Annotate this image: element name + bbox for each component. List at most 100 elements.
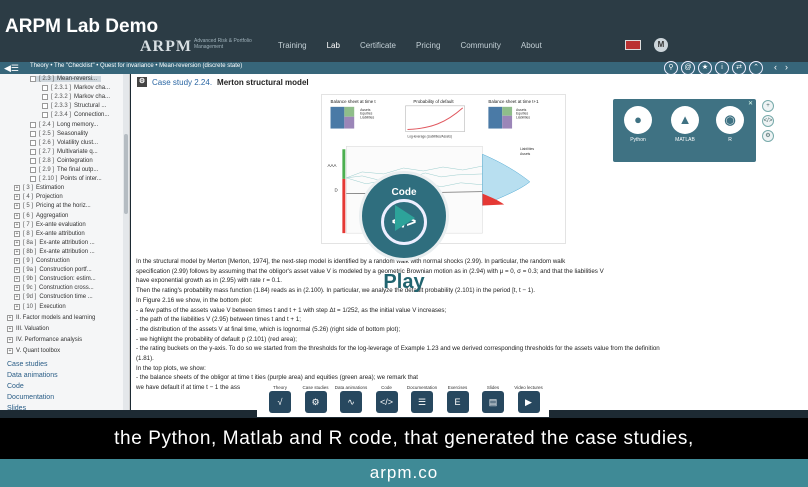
sidebar-link[interactable]: Documentation (7, 394, 54, 401)
expand-toggle-icon[interactable]: + (14, 203, 20, 210)
expand-toggle-icon[interactable] (30, 148, 36, 155)
expand-toggle-icon[interactable] (42, 103, 48, 110)
toolbar-item[interactable]: Video lectures ▶ (512, 385, 546, 413)
sidebar-item[interactable]: [ 2.9 ] The final outp... (30, 167, 98, 173)
sidebar-item[interactable]: [ 2.6 ] Volatility clust... (30, 139, 98, 146)
expand-toggle-icon[interactable] (30, 121, 36, 128)
toolbar-item[interactable]: Case studies ⚙ (299, 385, 333, 413)
expand-toggle-icon[interactable]: + (7, 347, 13, 354)
sidebar-item[interactable]: [ 2.3.4 ] Connection... (42, 112, 109, 119)
sidebar-item[interactable]: +[ 10 ] Execution (14, 303, 66, 310)
sidebar-item[interactable]: +[ 9d ] Construction time ... (14, 294, 93, 301)
sidebar-link[interactable]: Data animations (7, 372, 58, 379)
sidebar-item[interactable]: +[ 9a ] Construction portf... (14, 267, 92, 274)
expand-toggle-icon[interactable] (42, 94, 48, 101)
sidebar-item[interactable]: [ 2.4 ] Long memory... (30, 121, 98, 128)
nav-pricing[interactable]: Pricing (406, 41, 450, 50)
sidebar-link[interactable]: Case studies (7, 361, 47, 368)
sidebar-item[interactable]: +[ 7 ] Ex-ante evaluation (14, 221, 86, 228)
play-label[interactable]: Play (359, 271, 449, 294)
expand-toggle-icon[interactable] (30, 76, 36, 82)
play-code-overlay[interactable]: Code </> (359, 171, 449, 261)
expand-toggle-icon[interactable] (30, 139, 36, 146)
expand-toggle-icon[interactable]: + (14, 221, 20, 228)
nav-training[interactable]: Training (268, 41, 317, 50)
expand-toggle-icon[interactable]: + (14, 294, 20, 301)
sidebar-item[interactable]: [ 2.3 ] Mean-reversi... (30, 76, 102, 82)
expand-toggle-icon[interactable] (30, 157, 36, 164)
nav-lab[interactable]: Lab (317, 41, 350, 50)
expand-toggle-icon[interactable]: + (14, 194, 20, 201)
menu-back-icon[interactable]: ◀☰ (4, 64, 20, 73)
nav-about[interactable]: About (511, 41, 552, 50)
expand-toggle-icon[interactable]: + (14, 212, 20, 219)
share-icon[interactable]: ⇄ (732, 61, 746, 75)
search-icon[interactable]: ⚲ (664, 61, 678, 75)
r-button[interactable]: ◉ R (715, 106, 745, 143)
sidebar-item[interactable]: +[ 8b ] Ex-ante attribution ... (14, 248, 95, 255)
zoom-icon[interactable]: + (762, 100, 774, 112)
expand-toggle-icon[interactable]: + (14, 276, 20, 283)
expand-toggle-icon[interactable] (30, 176, 36, 183)
sidebar-item[interactable]: [ 2.5 ] Seasonality (30, 130, 88, 137)
sidebar-item[interactable]: +[ 3 ] Estimation (14, 185, 64, 192)
expand-toggle-icon[interactable]: + (7, 336, 13, 343)
collapse-icon[interactable]: ⌃ (749, 61, 763, 75)
nav-certificate[interactable]: Certificate (350, 41, 406, 50)
footer-url[interactable]: arpm.co (0, 459, 808, 487)
sidebar-item[interactable]: +[ 6 ] Aggregation (14, 212, 68, 219)
sidebar-item[interactable]: +[ 8 ] Ex-ante attribution (14, 230, 85, 237)
expand-toggle-icon[interactable]: + (14, 248, 20, 255)
settings-mini-icon[interactable]: ⚙ (762, 130, 774, 142)
expand-toggle-icon[interactable]: + (14, 239, 20, 246)
sidebar-section[interactable]: + II. Factor models and learning (7, 314, 95, 321)
expand-toggle-icon[interactable] (42, 112, 48, 119)
sidebar-item[interactable]: [ 2.3.2 ] Markov cha... (42, 94, 110, 101)
toolbar-item[interactable]: Documentation ☰ (405, 385, 439, 413)
python-button[interactable]: ● Python (623, 106, 653, 143)
nav-community[interactable]: Community (450, 41, 510, 50)
sidebar-link[interactable]: Code (7, 383, 24, 390)
flag-icon[interactable] (625, 40, 641, 50)
scroll-thumb[interactable] (124, 134, 128, 214)
sidebar-scrollbar[interactable] (123, 74, 129, 410)
sidebar-link[interactable]: Slides (7, 405, 26, 410)
star-icon[interactable]: ★ (698, 61, 712, 75)
close-icon[interactable]: ✕ (748, 100, 753, 107)
code-mini-icon[interactable]: </> (762, 115, 774, 127)
sidebar-item[interactable]: [ 2.3.1 ] Markov cha... (42, 85, 110, 92)
expand-toggle-icon[interactable] (30, 130, 36, 137)
expand-toggle-icon[interactable] (42, 85, 48, 92)
sidebar-section[interactable]: + III. Valuation (7, 325, 49, 332)
toolbar-item[interactable]: Exercises E (441, 385, 475, 413)
arpm-logo[interactable]: ARPM (140, 38, 192, 56)
expand-toggle-icon[interactable]: + (14, 185, 20, 192)
expand-toggle-icon[interactable]: + (14, 303, 20, 310)
sidebar-item[interactable]: +[ 8a ] Ex-ante attribution ... (14, 239, 95, 246)
toolbar-item[interactable]: Theory √ (263, 385, 297, 413)
sidebar-section[interactable]: + V. Quant toolbox (7, 347, 60, 354)
sidebar-item[interactable]: [ 2.8 ] Cointegration (30, 157, 93, 164)
avatar[interactable]: M (654, 38, 668, 52)
matlab-button[interactable]: ▲ MATLAB (670, 106, 700, 143)
toolbar-item[interactable]: Code </> (370, 385, 404, 413)
expand-toggle-icon[interactable]: + (14, 258, 20, 264)
expand-toggle-icon[interactable]: + (14, 267, 20, 274)
sidebar-item[interactable]: +[ 9c ] Construction cross... (14, 285, 94, 292)
expand-toggle-icon[interactable]: + (7, 314, 13, 321)
toolbar-item[interactable]: Data animations ∿ (334, 385, 368, 413)
expand-toggle-icon[interactable] (30, 167, 36, 173)
sidebar-section[interactable]: + IV. Performance analysis (7, 336, 82, 343)
sidebar-item[interactable]: +[ 9 ] Construction (14, 258, 70, 264)
sidebar-item[interactable]: +[ 9b ] Construction: estim... (14, 276, 96, 283)
info-icon[interactable]: i (715, 61, 729, 75)
expand-toggle-icon[interactable]: + (14, 285, 20, 292)
page-nav-arrows[interactable]: ‹› (774, 62, 796, 72)
toolbar-item[interactable]: Slides ▤ (476, 385, 510, 413)
sidebar-item[interactable]: [ 2.3.3 ] Structural ... (42, 103, 106, 110)
expand-toggle-icon[interactable]: + (14, 230, 20, 237)
sidebar-item[interactable]: +[ 4 ] Projection (14, 194, 63, 201)
expand-toggle-icon[interactable]: + (7, 325, 13, 332)
sidebar-item[interactable]: +[ 5 ] Pricing at the horiz... (14, 203, 91, 210)
sidebar-item[interactable]: [ 2.10 ] Points of inter... (30, 176, 102, 183)
